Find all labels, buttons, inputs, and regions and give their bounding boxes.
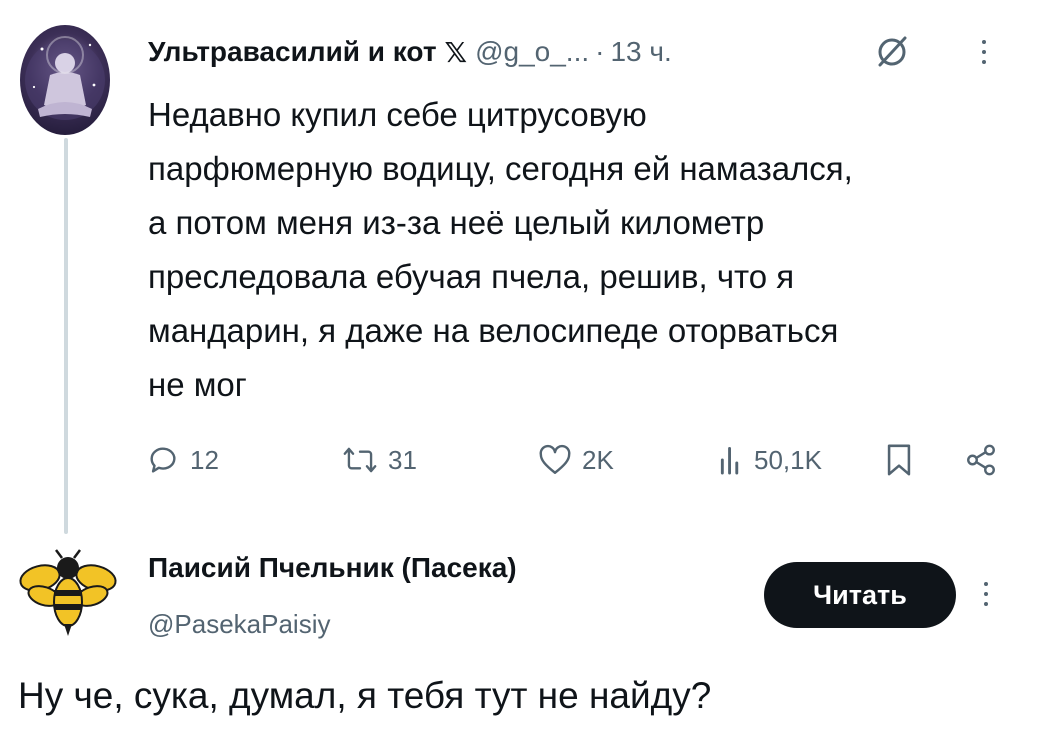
bookmark-button[interactable] <box>884 438 914 482</box>
share-icon <box>967 444 995 476</box>
tweet-text-line: парфюмерную водицу, сегодня ей намазался… <box>148 150 853 187</box>
tweet-text-line: мандарин, я даже на велосипеде оторватьс… <box>148 312 839 349</box>
like-button[interactable]: 2K <box>538 438 614 482</box>
views-icon <box>720 446 739 475</box>
tweet-actions: 12 31 2K 50,1K <box>0 438 1040 482</box>
tweet-header: Ультравасилий и кот 𝕏 @g_o_... · 13 ч. <box>148 32 672 72</box>
reply-button[interactable]: 12 <box>146 438 219 482</box>
views-button[interactable]: 50,1K <box>718 438 822 482</box>
share-button[interactable] <box>964 438 998 482</box>
heart-icon <box>539 444 571 474</box>
repost-icon <box>343 447 377 473</box>
tweet-text-line: преследовала ебучая пчела, решив, что я <box>148 258 795 295</box>
reply-more-options-icon[interactable] <box>974 572 998 616</box>
bee-icon[interactable] <box>18 548 118 640</box>
views-count: 50,1K <box>754 444 822 475</box>
repost-count: 31 <box>388 444 417 475</box>
tweet-screenshot: Ультравасилий и кот 𝕏 @g_o_... · 13 ч. Н… <box>0 0 1040 755</box>
tweet-text: Недавно купил себе цитрусовую парфюмерну… <box>148 88 1018 412</box>
author-avatar[interactable] <box>20 25 110 135</box>
grok-icon[interactable] <box>870 32 914 72</box>
more-options-icon[interactable] <box>970 32 998 72</box>
author-handle[interactable]: @g_o_... <box>475 36 589 68</box>
x-logo-icon: 𝕏 <box>444 36 468 68</box>
reply-icon <box>150 447 176 473</box>
reply-account-name[interactable]: Паисий Пчельник (Пасека) <box>148 548 517 588</box>
tweet-time[interactable]: 13 ч. <box>610 36 671 68</box>
repost-button[interactable]: 31 <box>342 438 417 482</box>
reply-account-handle[interactable]: @PasekaPaisiy <box>148 604 330 644</box>
header-separator: · <box>595 36 605 67</box>
reply-count: 12 <box>190 444 219 475</box>
tweet-text-line: а потом меня из-за неё целый километр <box>148 204 765 241</box>
tweet-text-line: не мог <box>148 366 247 403</box>
avatar-image <box>25 36 105 120</box>
bookmark-icon <box>887 444 911 476</box>
like-count: 2K <box>582 444 614 475</box>
author-name[interactable]: Ультравасилий и кот <box>148 36 437 68</box>
follow-button[interactable]: Читать <box>764 562 956 628</box>
reply-text: Ну че, сука, думал, я тебя тут не найду? <box>18 675 712 716</box>
tweet-text-line: Недавно купил себе цитрусовую <box>148 96 647 133</box>
